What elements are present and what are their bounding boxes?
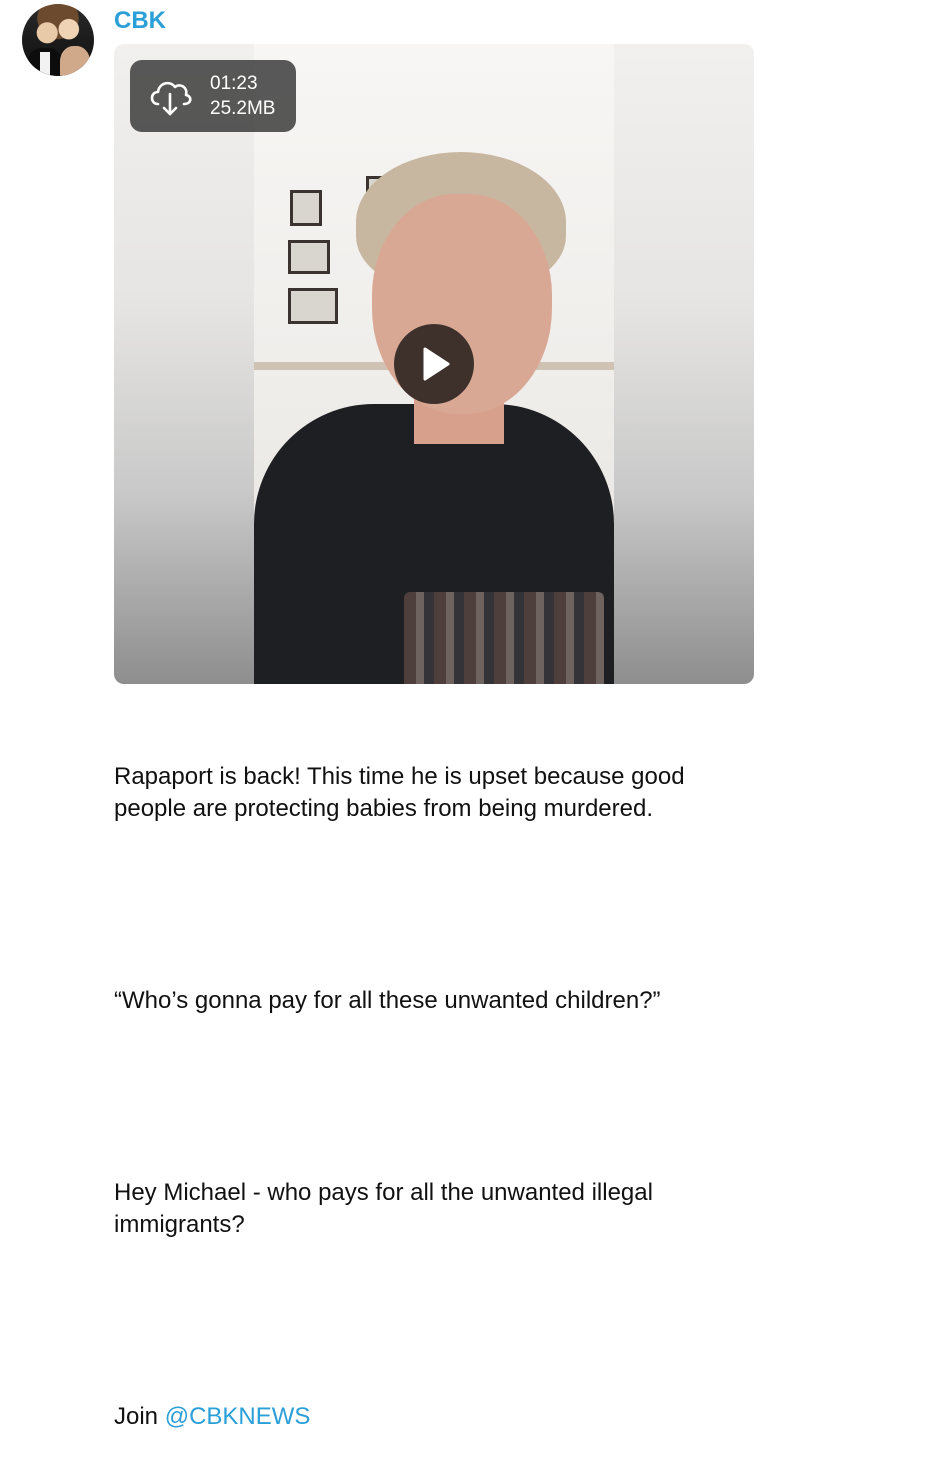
caption-join-line: Join @CBKNEWS [114, 1401, 754, 1433]
caption-paragraph: Rapaport is back! This time he is upset … [114, 763, 692, 822]
video-message[interactable]: 01:23 25.2MB [114, 44, 754, 684]
shirt-print [404, 592, 604, 684]
channel-link[interactable]: @CBKNEWS [165, 1403, 311, 1430]
avatar[interactable] [22, 4, 94, 76]
play-icon [423, 347, 450, 381]
message-caption: Rapaport is back! This time he is upset … [114, 697, 754, 1465]
wall-picture [290, 190, 322, 226]
sender-name[interactable]: CBK [114, 7, 166, 35]
play-button[interactable] [394, 324, 474, 404]
avatar-figure-shirt [40, 52, 50, 76]
join-prefix: Join [114, 1403, 165, 1430]
caption-paragraph: Hey Michael - who pays for all the unwan… [114, 1179, 660, 1238]
cloud-download-icon[interactable] [146, 74, 194, 118]
caption-quote: “Who’s gonna pay for all these unwanted … [114, 987, 661, 1014]
download-badge[interactable]: 01:23 25.2MB [130, 60, 296, 132]
avatar-figure-2 [60, 46, 90, 76]
wall-picture [288, 240, 330, 274]
wall-picture [288, 288, 338, 324]
video-file-size: 25.2MB [210, 98, 276, 119]
video-duration: 01:23 [210, 73, 258, 94]
